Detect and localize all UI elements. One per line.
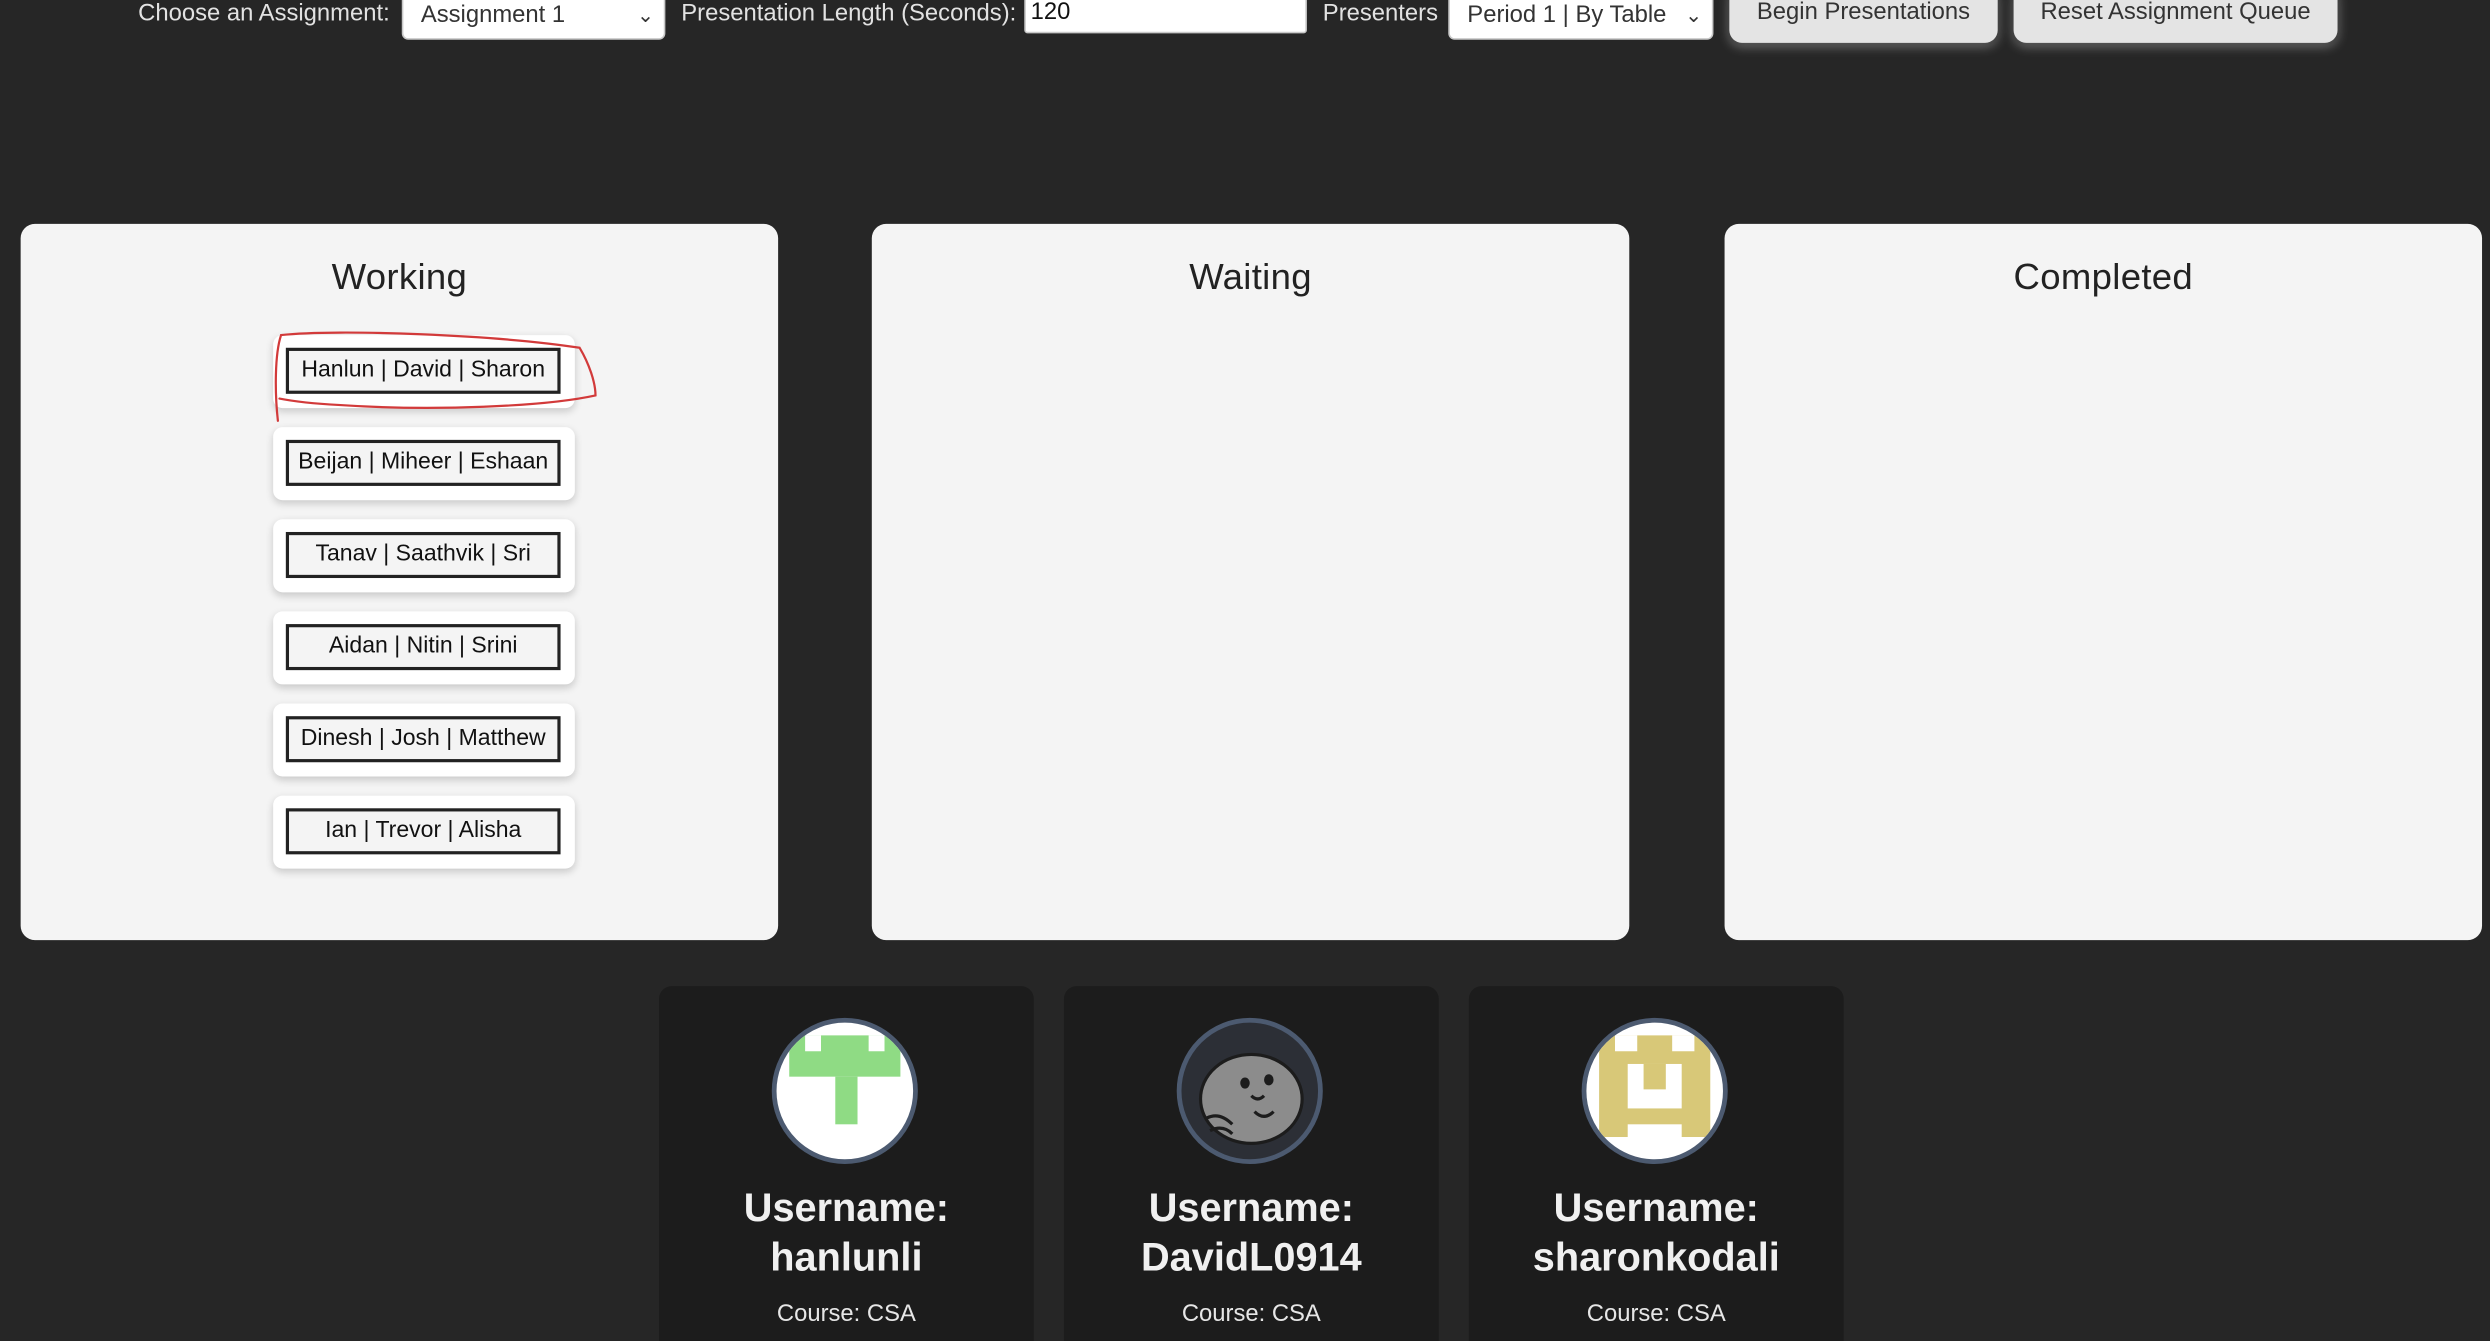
course-label: Course: CSA	[776, 1300, 916, 1328]
username-value: sharonkodali	[1532, 1235, 1780, 1280]
yellow-pixel-avatar-icon	[1581, 1017, 1728, 1165]
group-button[interactable]: Aidan | Nitin | Srini	[285, 624, 561, 671]
course-label: Course: CSA	[1181, 1300, 1321, 1328]
profile-card-hanlunli: Username: hanlunli Course: CSA	[659, 986, 1034, 1341]
presentation-length-label: Presentation Length (Seconds):	[681, 0, 1017, 27]
group-card[interactable]: Aidan | Nitin | Srini	[273, 611, 575, 685]
assignment-select-value: Assignment 1	[420, 1, 566, 29]
completed-column: Completed	[1724, 223, 2483, 941]
working-column: Working Hanlun | David | Sharon Beijan |…	[20, 223, 779, 941]
username-value: DavidL0914	[1141, 1235, 1362, 1280]
toolbar: Choose an Assignment: Assignment 1 ⌄ Pre…	[0, 0, 2490, 64]
group-card[interactable]: Dinesh | Josh | Matthew	[273, 703, 575, 777]
assignment-select[interactable]: Assignment 1 ⌄	[401, 0, 666, 40]
profile-card-davidl0914: Username: DavidL0914 Course: CSA	[1063, 986, 1439, 1341]
presenters-label: Presenters	[1322, 0, 1439, 27]
seal-avatar-icon	[1176, 1017, 1323, 1165]
waiting-column: Waiting	[871, 223, 1630, 941]
presenters-select[interactable]: Period 1 | By Table ⌄	[1448, 0, 1714, 40]
green-pixel-avatar-icon	[771, 1017, 918, 1165]
group-card[interactable]: Beijan | Miheer | Eshaan	[273, 427, 575, 501]
course-label: Course: CSA	[1586, 1300, 1726, 1328]
presentation-queue-page: Choose an Assignment: Assignment 1 ⌄ Pre…	[0, 0, 2490, 1341]
username-value: hanlunli	[770, 1235, 923, 1280]
username-label: Username:	[1553, 1186, 1759, 1231]
assignment-label: Choose an Assignment:	[138, 0, 390, 27]
group-button[interactable]: Tanav | Saathvik | Sri	[285, 531, 561, 579]
group-button[interactable]: Dinesh | Josh | Matthew	[285, 716, 561, 763]
chevron-down-icon: ⌄	[1685, 3, 1703, 27]
working-column-title: Working	[331, 255, 468, 297]
profile-card-sharonkodali: Username: sharonkodali Course: CSA	[1468, 986, 1844, 1341]
group-button[interactable]: Ian | Trevor | Alisha	[285, 808, 561, 855]
reset-assignment-queue-button[interactable]: Reset Assignment Queue	[2013, 0, 2338, 43]
begin-presentations-button[interactable]: Begin Presentations	[1729, 0, 1998, 43]
group-button[interactable]: Beijan | Miheer | Eshaan	[285, 439, 561, 486]
waiting-column-title: Waiting	[1189, 255, 1312, 297]
presentation-length-value: 120	[1030, 0, 1071, 26]
presentation-length-input[interactable]: 120	[1024, 0, 1307, 34]
username-label: Username:	[1148, 1186, 1354, 1231]
group-card[interactable]: Tanav | Saathvik | Sri	[273, 519, 575, 593]
group-button[interactable]: Hanlun | David | Sharon	[285, 347, 561, 394]
group-card[interactable]: Ian | Trevor | Alisha	[273, 795, 575, 869]
chevron-down-icon: ⌄	[636, 3, 655, 27]
completed-column-title: Completed	[2013, 255, 2194, 297]
username-label: Username:	[743, 1186, 950, 1231]
presenters-select-value: Period 1 | By Table	[1467, 1, 1667, 29]
group-card[interactable]: Hanlun | David | Sharon	[273, 335, 575, 409]
